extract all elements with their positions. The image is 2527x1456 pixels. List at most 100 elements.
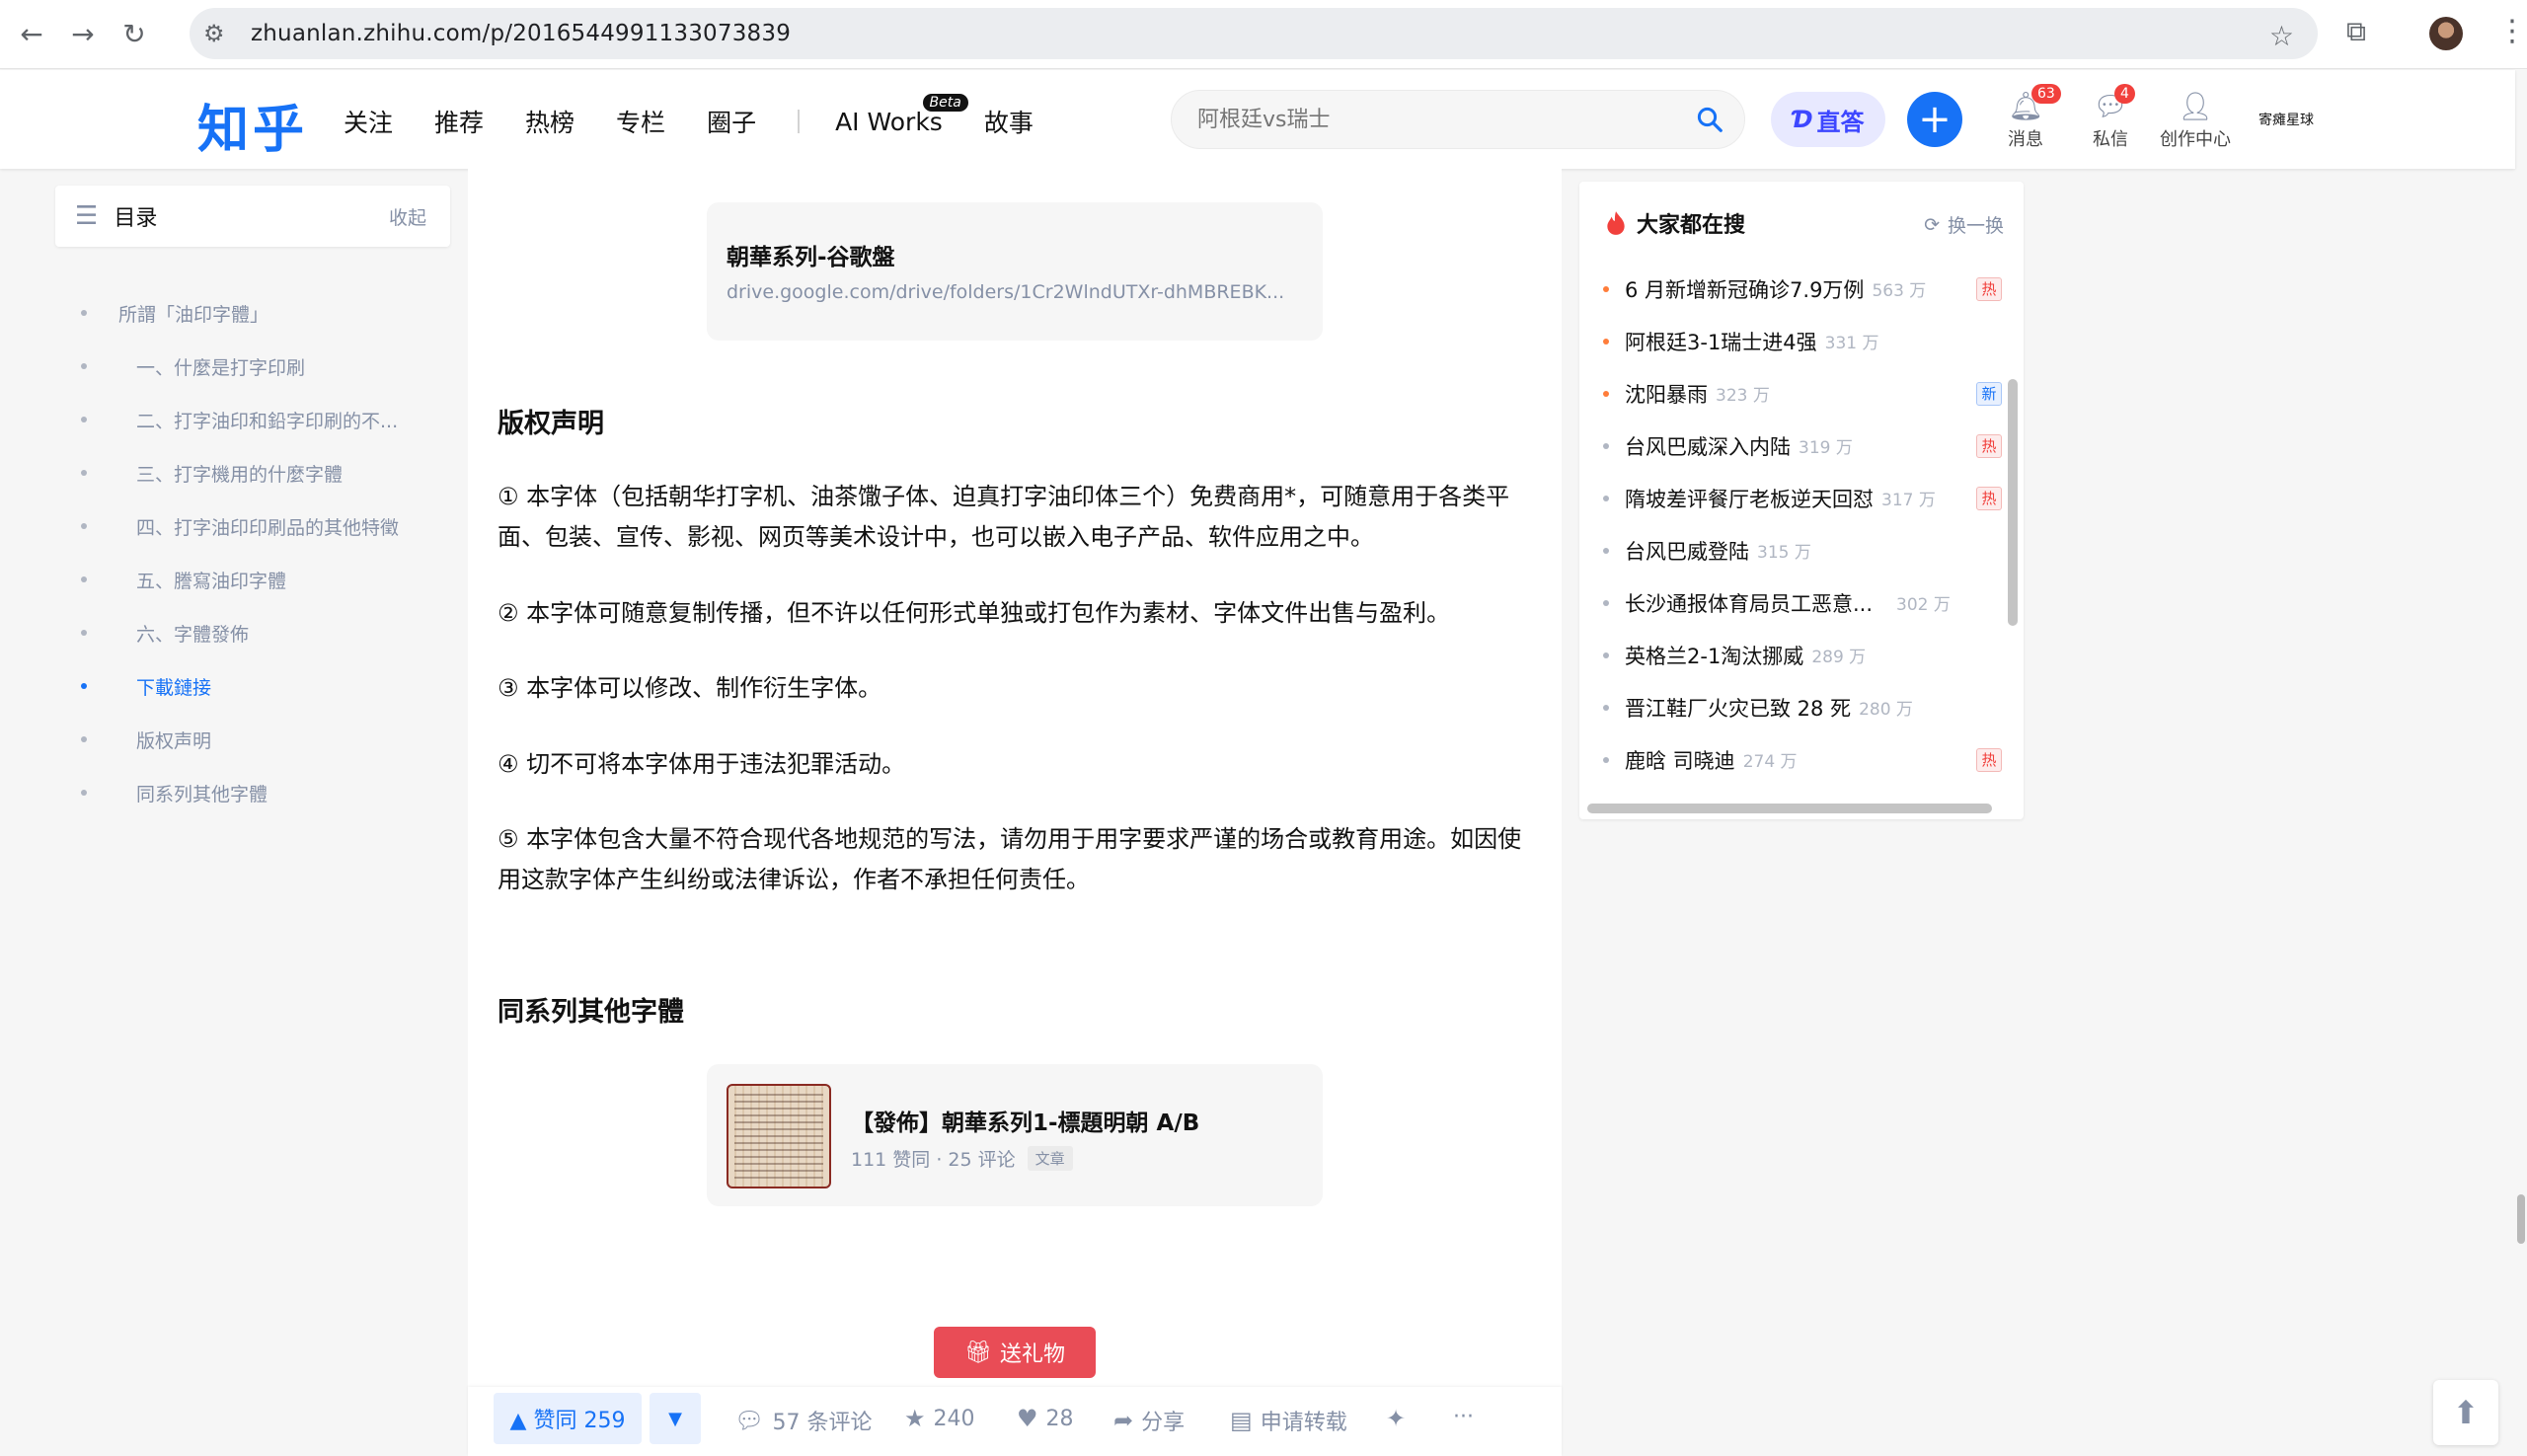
dm-button[interactable]: 💬︎ 4 私信 bbox=[2071, 84, 2150, 151]
vertical-scrollbar[interactable] bbox=[2008, 379, 2018, 626]
dm-badge: 4 bbox=[2114, 84, 2135, 104]
downvote-button[interactable]: ▼ bbox=[650, 1393, 701, 1444]
toc-item[interactable]: 版权声明 bbox=[79, 713, 454, 766]
create-plus-button[interactable]: + bbox=[1907, 92, 1962, 147]
link-card-url: drive.google.com/drive/folders/1Cr2WlndU… bbox=[727, 281, 1285, 303]
search-icon[interactable] bbox=[1695, 105, 1724, 134]
toc-item[interactable]: 六、字體發佈 bbox=[79, 606, 454, 659]
hot-search-panel: 大家都在搜 ⟳ 换一换 6 月新增新冠确诊7.9万例 563 万热 阿根廷3-1瑞士… bbox=[1579, 182, 2024, 819]
toc-dot bbox=[81, 523, 87, 529]
hot-query: 6 月新增新冠确诊7.9万例 bbox=[1625, 277, 1865, 302]
hot-tag: 热 bbox=[1976, 433, 2002, 458]
profile-avatar[interactable] bbox=[2429, 17, 2463, 50]
hot-item[interactable]: 阿根廷3-1瑞士进4强 331 万 bbox=[1603, 315, 1998, 367]
forward-icon[interactable]: → bbox=[63, 15, 103, 54]
arrow-up-icon: ⬆ bbox=[2452, 1394, 2480, 1431]
ai-sparkle-button[interactable]: ✦ bbox=[1386, 1405, 1414, 1432]
hot-bullet bbox=[1603, 651, 1609, 658]
creator-center-button[interactable]: 👤︎ 创作中心 bbox=[2156, 90, 2235, 151]
toc-item[interactable]: 一、什麼是打字印刷 bbox=[79, 340, 454, 393]
nav-hot[interactable]: 热榜 bbox=[525, 104, 574, 139]
nav-ai-works[interactable]: AI Works Beta bbox=[835, 93, 968, 136]
messages-button[interactable]: 🔔︎ 63 消息 bbox=[1986, 84, 2065, 151]
hot-query: 晋江鞋厂火灾已致 28 死 bbox=[1625, 696, 1852, 721]
zhihu-logo[interactable]: 知乎 bbox=[197, 88, 308, 162]
hot-bullet bbox=[1603, 495, 1609, 501]
user-name[interactable]: 寄瘫星球 bbox=[2259, 110, 2314, 129]
toc-item[interactable]: 二、打字油印和鉛字印刷的不... bbox=[79, 393, 454, 446]
repost-button[interactable]: ▤ 申请转载 bbox=[1230, 1405, 1347, 1436]
send-gift-label: 送礼物 bbox=[999, 1342, 1065, 1367]
hot-query: 隋坡差评餐厅老板逆天回怼 bbox=[1625, 487, 1874, 511]
toc-list-icon: ☰ bbox=[75, 201, 99, 231]
site-settings-icon[interactable]: ⚙ bbox=[203, 20, 251, 47]
bell-icon: 🔔︎ 63 bbox=[1986, 84, 2065, 122]
hot-item[interactable]: 隋坡差评餐厅老板逆天回怼 317 万 热 bbox=[1603, 472, 2002, 524]
toc-list: 所謂「油印字體」 一、什麼是打字印刷 二、打字油印和鉛字印刷的不... 三、打字… bbox=[79, 286, 454, 819]
article-content: 朝華系列-谷歌盤 drive.google.com/drive/folders/… bbox=[468, 169, 1562, 1456]
hot-item[interactable]: 英格兰2-1淘汰挪威 289 万 bbox=[1603, 629, 1998, 681]
hot-item[interactable]: 沈阳暴雨 323 万 新 bbox=[1603, 367, 2002, 420]
refresh-icon: ⟳ bbox=[1924, 213, 1940, 236]
toc-collapse-button[interactable]: 收起 bbox=[389, 203, 426, 230]
like-button[interactable]: ♥ 28 bbox=[1017, 1405, 1074, 1432]
send-gift-button[interactable]: 🎁︎ 送礼物 bbox=[934, 1327, 1096, 1378]
reload-icon[interactable]: ↻ bbox=[115, 15, 154, 54]
hot-item[interactable]: 台风巴威登陆 315 万 bbox=[1603, 524, 1998, 576]
nav-story[interactable]: 故事 bbox=[984, 104, 1034, 139]
back-icon[interactable]: ← bbox=[12, 15, 51, 54]
paragraph: ⑤ 本字体包含大量不符合现代各地规范的写法，请勿用于用字要求严谨的场合或教育用途… bbox=[498, 825, 1522, 893]
sparkle-icon: ✦ bbox=[1386, 1405, 1407, 1432]
horizontal-scrollbar[interactable] bbox=[1587, 804, 1992, 813]
repost-label: 申请转载 bbox=[1260, 1411, 1347, 1435]
hot-item[interactable]: 台风巴威深入内陆 319 万 热 bbox=[1603, 420, 2002, 472]
extensions-icon[interactable]: ⧉ bbox=[2346, 15, 2366, 48]
address-bar[interactable]: ⚙ zhuanlan.zhihu.com/p/20165449911330738… bbox=[190, 8, 2318, 59]
toc-item[interactable]: 三、打字機用的什麼字體 bbox=[79, 446, 454, 499]
hot-query: 长沙通报体育局员工恶意... bbox=[1625, 591, 1874, 616]
hot-query: 英格兰2-1淘汰挪威 bbox=[1625, 644, 1804, 668]
browser-menu-icon[interactable]: ⋮ bbox=[2497, 14, 2527, 48]
hot-bullet bbox=[1603, 285, 1609, 292]
nav-ai-works-label: AI Works bbox=[835, 107, 943, 136]
search-input[interactable] bbox=[1197, 107, 1651, 132]
series-heading: 同系列其他字體 bbox=[498, 997, 684, 1028]
related-article-card[interactable]: 【發佈】朝華系列1-標題明朝 A/B 111 赞同 · 25 评论 文章 bbox=[707, 1064, 1323, 1206]
nav-follow[interactable]: 关注 bbox=[344, 104, 393, 139]
more-button[interactable]: ··· bbox=[1453, 1405, 1474, 1429]
zhida-button[interactable]: Ɗ 直答 bbox=[1771, 92, 1885, 147]
url-text[interactable]: zhuanlan.zhihu.com/p/2016544991133073839 bbox=[251, 21, 791, 46]
new-tag: 新 bbox=[1976, 381, 2002, 406]
hot-query: 阿根廷3-1瑞士进4强 bbox=[1625, 330, 1817, 354]
top-nav: 关注 推荐 热榜 专栏 圈子 AI Works Beta 故事 bbox=[344, 93, 1075, 139]
nav-circle[interactable]: 圈子 bbox=[707, 104, 756, 139]
related-article-stats: 111 赞同 · 25 评论 bbox=[851, 1149, 1016, 1171]
search-box[interactable] bbox=[1171, 90, 1745, 149]
comments-button[interactable]: 💬︎ 57 条评论 bbox=[734, 1405, 872, 1436]
toc-item-active[interactable]: 下載鏈接 bbox=[79, 659, 454, 713]
share-button[interactable]: ➦ 分享 bbox=[1113, 1405, 1185, 1436]
back-to-top-button[interactable]: ⬆ bbox=[2433, 1380, 2498, 1445]
nav-recommend[interactable]: 推荐 bbox=[434, 104, 484, 139]
toc-item[interactable]: 同系列其他字體 bbox=[79, 766, 454, 819]
hot-count: 274 万 bbox=[1742, 752, 1798, 772]
nav-column[interactable]: 专栏 bbox=[616, 104, 665, 139]
upvote-button[interactable]: ▲ 赞同 259 bbox=[494, 1393, 642, 1444]
toc-item[interactable]: 四、打字油印印刷品的其他特徵 bbox=[79, 499, 454, 553]
link-card[interactable]: 朝華系列-谷歌盤 drive.google.com/drive/folders/… bbox=[707, 202, 1323, 341]
hot-item[interactable]: 6 月新增新冠确诊7.9万例 563 万 热 bbox=[1603, 263, 2002, 315]
hot-item[interactable]: 晋江鞋厂火灾已致 28 死 280 万 bbox=[1603, 681, 1998, 733]
paragraph: ② 本字体可随意复制传播，但不许以任何形式单独或打包作为素材、字体文件出售与盈利… bbox=[498, 599, 1451, 627]
bookmark-star-icon[interactable]: ☆ bbox=[2269, 20, 2294, 52]
refresh-button[interactable]: ⟳ 换一换 bbox=[1924, 211, 2004, 238]
hot-item[interactable]: 长沙通报体育局员工恶意... 302 万 bbox=[1603, 576, 1998, 629]
page-scrollbar[interactable] bbox=[2517, 1194, 2525, 1244]
toc-item[interactable]: 所謂「油印字體」 bbox=[79, 286, 454, 340]
hot-bullet bbox=[1603, 390, 1609, 397]
toc-item[interactable]: 五、謄寫油印字體 bbox=[79, 553, 454, 606]
toc-dot bbox=[81, 790, 87, 796]
toc-dot bbox=[81, 683, 87, 689]
hot-query: 鹿晗 司晓迪 bbox=[1625, 748, 1735, 773]
favorite-button[interactable]: ★ 240 bbox=[904, 1405, 975, 1432]
hot-item[interactable]: 鹿晗 司晓迪 274 万 热 bbox=[1603, 733, 2002, 786]
